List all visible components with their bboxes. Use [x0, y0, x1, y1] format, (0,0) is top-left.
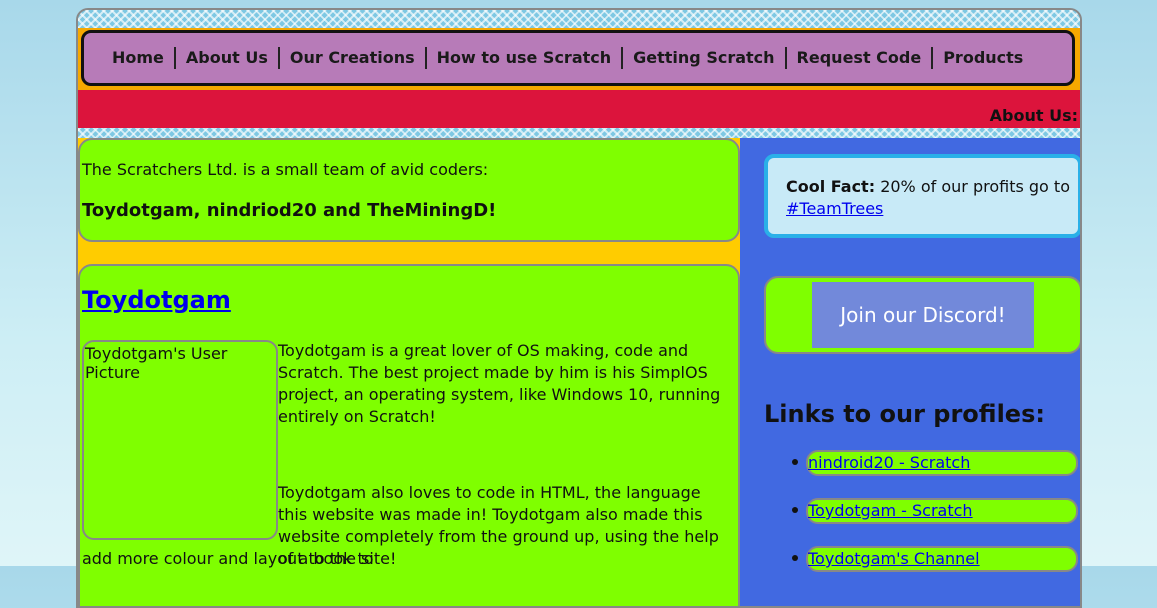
- pattern-strip: [78, 128, 1080, 138]
- page-container: Home About Us Our Creations How to use S…: [76, 8, 1082, 608]
- bullet-icon: [792, 507, 798, 513]
- bullet-icon: [792, 555, 798, 561]
- toydotgam-channel-link[interactable]: Toydotgam's Channel: [808, 549, 980, 568]
- intro-box: The Scratchers Ltd. is a small team of a…: [78, 138, 740, 242]
- link-pill: nindroid20 - Scratch: [806, 450, 1078, 476]
- user-picture: Toydotgam's User Picture: [82, 340, 278, 540]
- marquee-text: About Us:: [989, 106, 1078, 125]
- profile-box: Toydotgam Toydotgam's User Picture Toydo…: [78, 264, 740, 606]
- list-item: Toydotgam - Scratch: [764, 498, 1080, 524]
- top-pattern-strip: [78, 10, 1080, 28]
- cool-fact-box: Cool Fact: 20% of our profits go to #Tea…: [764, 154, 1080, 238]
- nav-products[interactable]: Products: [933, 47, 1033, 69]
- profile-paragraph-2-cont: add more colour and layout to the site!: [82, 549, 397, 568]
- link-pill: Toydotgam - Scratch: [806, 498, 1078, 524]
- toydotgam-scratch-link[interactable]: Toydotgam - Scratch: [808, 501, 973, 520]
- nav-wrapper: Home About Us Our Creations How to use S…: [78, 28, 1080, 92]
- nav-getting-scratch[interactable]: Getting Scratch: [623, 47, 787, 69]
- nav-request-code[interactable]: Request Code: [787, 47, 934, 69]
- marquee-bar: About Us:: [78, 90, 1080, 128]
- nav-how-to-use-scratch[interactable]: How to use Scratch: [427, 47, 624, 69]
- discord-box: Join our Discord!: [764, 276, 1080, 354]
- links-title: Links to our profiles:: [764, 400, 1045, 428]
- main-content: The Scratchers Ltd. is a small team of a…: [78, 138, 740, 606]
- list-item: nindroid20 - Scratch: [764, 450, 1080, 476]
- nindroid20-scratch-link[interactable]: nindroid20 - Scratch: [808, 453, 970, 472]
- list-item: Toydotgam's Channel: [764, 546, 1080, 572]
- team-names: Toydotgam, nindriod20 and TheMiningD!: [82, 200, 497, 221]
- fact-label: Cool Fact:: [786, 177, 876, 196]
- main-nav: Home About Us Our Creations How to use S…: [81, 30, 1075, 86]
- profile-paragraph-1: Toydotgam is a great lover of OS making,…: [278, 341, 721, 426]
- sidebar: Cool Fact: 20% of our profits go to #Tea…: [740, 138, 1080, 606]
- bullet-icon: [792, 459, 798, 465]
- link-pill: Toydotgam's Channel: [806, 546, 1078, 572]
- nav-about-us[interactable]: About Us: [176, 47, 280, 69]
- intro-text: The Scratchers Ltd. is a small team of a…: [82, 160, 489, 179]
- nav-our-creations[interactable]: Our Creations: [280, 47, 427, 69]
- profile-heading: Toydotgam: [82, 286, 231, 314]
- profile-name-link[interactable]: Toydotgam: [82, 286, 231, 314]
- fact-text: 20% of our profits go to: [875, 177, 1070, 196]
- join-discord-button[interactable]: Join our Discord!: [812, 282, 1034, 348]
- profile-links-list: nindroid20 - Scratch Toydotgam - Scratch…: [764, 450, 1080, 594]
- team-trees-link[interactable]: #TeamTrees: [786, 199, 883, 218]
- nav-home[interactable]: Home: [102, 47, 176, 69]
